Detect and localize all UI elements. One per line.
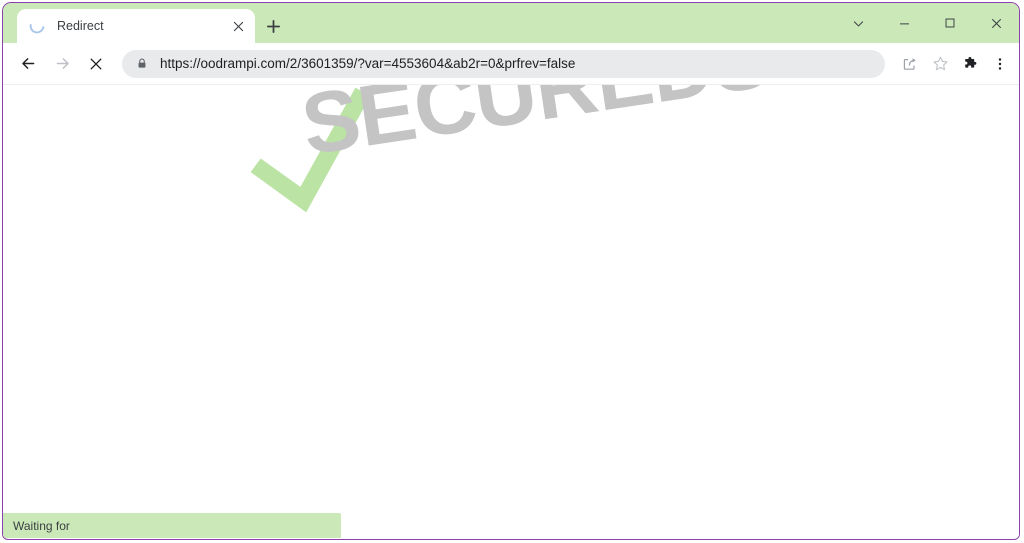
new-tab-button[interactable] [259, 12, 287, 40]
close-window-button[interactable] [973, 3, 1019, 43]
three-dots-icon [998, 57, 1002, 70]
stop-loading-button[interactable] [79, 47, 113, 81]
url-text: https://oodrampi.com/2/3601359/?var=4553… [160, 56, 576, 71]
page-viewport[interactable]: SECUREDSTATUS Waiting for [3, 85, 1019, 538]
browser-toolbar: https://oodrampi.com/2/3601359/?var=4553… [3, 43, 1019, 85]
padlock-icon[interactable] [134, 56, 150, 72]
tab-strip: Redirect [3, 3, 1019, 43]
chrome-menu-button[interactable] [985, 49, 1015, 79]
browser-tab-redirect[interactable]: Redirect [17, 9, 255, 43]
share-button[interactable] [895, 49, 925, 79]
tab-title: Redirect [57, 19, 104, 33]
tab-search-button[interactable] [835, 3, 881, 43]
status-bubble: Waiting for [3, 513, 341, 538]
checkmark-icon [250, 87, 371, 213]
address-bar[interactable]: https://oodrampi.com/2/3601359/?var=4553… [122, 49, 885, 78]
close-icon [991, 18, 1001, 28]
share-icon [903, 57, 916, 70]
minimize-button[interactable] [881, 3, 927, 43]
chevron-down-icon [853, 20, 863, 26]
secured-status-watermark: SECUREDSTATUS [3, 85, 1019, 227]
maximize-button[interactable] [927, 3, 973, 43]
extensions-button[interactable] [955, 49, 985, 79]
forward-button [45, 47, 79, 81]
watermark-text: SECUREDSTATUS [296, 85, 1019, 175]
tab-close-button[interactable] [225, 13, 251, 39]
maximize-icon [945, 18, 955, 28]
loading-spinner-icon [29, 23, 45, 34]
close-icon [90, 58, 102, 69]
browser-window: Redirect https://oodrampi.com/2/3601359/… [2, 2, 1020, 540]
puzzle-piece-icon [965, 56, 977, 68]
close-icon [233, 21, 243, 31]
toolbar-actions [895, 49, 1015, 79]
star-icon [932, 56, 948, 71]
bookmark-button[interactable] [925, 49, 955, 79]
arrow-left-icon [21, 58, 34, 69]
plus-icon [266, 19, 280, 33]
minimize-icon [899, 22, 909, 24]
back-button[interactable] [11, 47, 45, 81]
arrow-right-icon [56, 58, 69, 69]
window-controls [835, 3, 1019, 43]
status-text: Waiting for [13, 518, 70, 533]
